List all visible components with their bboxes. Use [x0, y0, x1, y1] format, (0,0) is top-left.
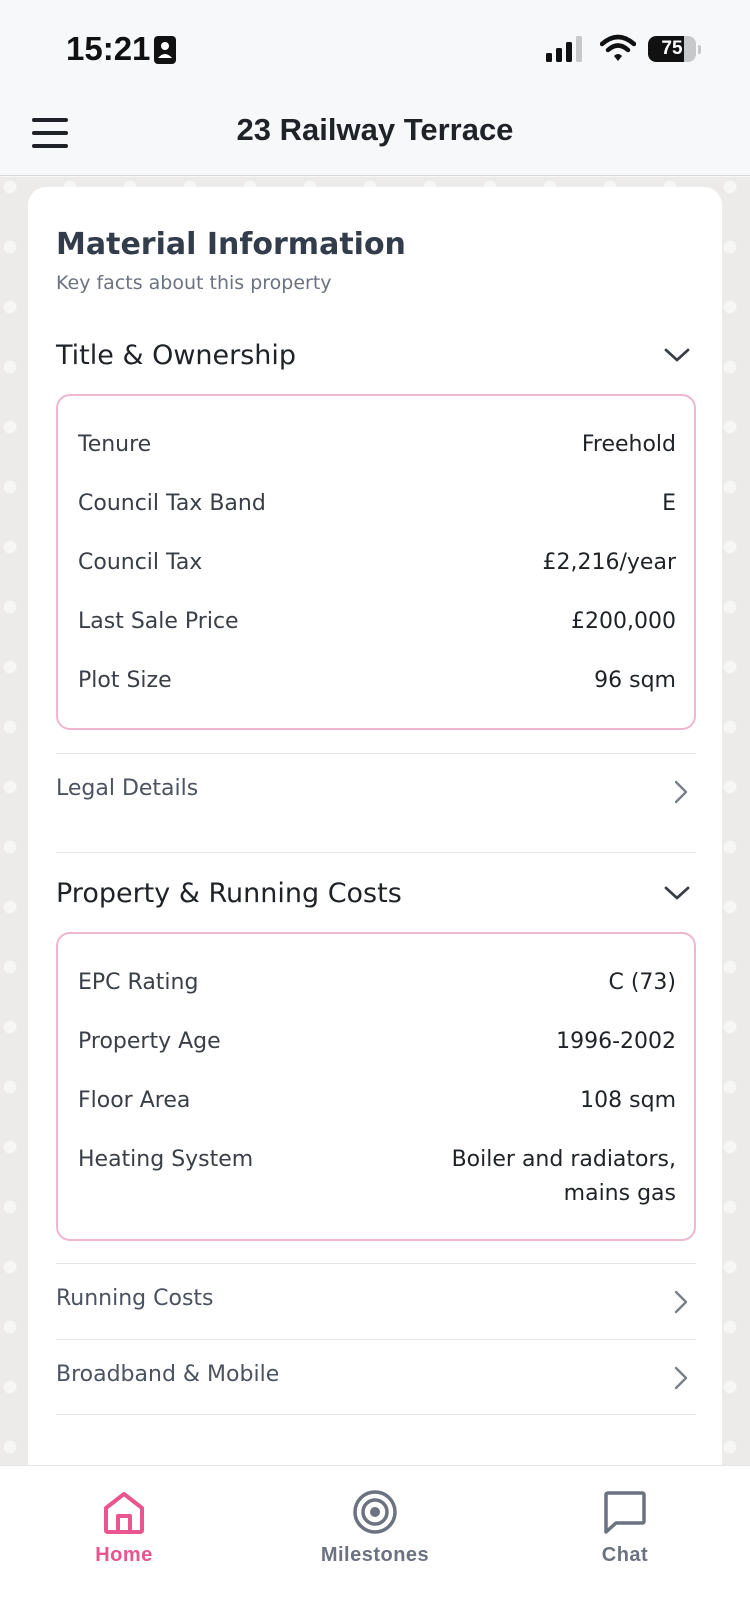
page-title: 23 Railway Terrace: [236, 112, 514, 147]
app-header: 23 Railway Terrace: [0, 100, 750, 176]
chevron-right-icon: [674, 1366, 688, 1390]
home-icon: [104, 1492, 144, 1534]
contact-card-icon: [154, 36, 176, 64]
battery-indicator: 75: [648, 36, 701, 62]
running-costs-link[interactable]: Running Costs: [56, 1263, 696, 1339]
status-time: 15:21: [66, 30, 151, 67]
property-costs-header[interactable]: Property & Running Costs: [56, 870, 696, 920]
chevron-down-icon: [664, 886, 690, 900]
info-value-line: mains gas: [563, 1181, 676, 1206]
info-value: Freehold: [581, 432, 676, 457]
chevron-right-icon: [674, 780, 688, 804]
info-value: C (73): [608, 970, 676, 995]
info-label: EPC Rating: [78, 970, 199, 995]
info-label: Council Tax: [78, 550, 203, 575]
section-subheading: Key facts about this property: [56, 272, 332, 294]
chevron-down-icon: [664, 348, 690, 362]
nav-chat[interactable]: Chat: [545, 1476, 705, 1576]
section-heading: Material Information: [56, 227, 406, 262]
material-info-card: Material Information Key facts about thi…: [28, 187, 722, 1465]
background-pattern: Material Information Key facts about thi…: [0, 177, 750, 1465]
nav-home[interactable]: Home: [44, 1476, 204, 1576]
info-value: Boiler and radiators, mains gas: [452, 1143, 676, 1211]
group-title: Property & Running Costs: [56, 878, 402, 909]
info-label: Plot Size: [78, 668, 172, 693]
link-label: Running Costs: [56, 1286, 214, 1311]
property-costs-details: EPC Rating C (73) Property Age 1996-2002…: [56, 932, 696, 1241]
info-value: £200,000: [571, 609, 676, 634]
battery-level: 75: [661, 38, 683, 59]
info-value: £2,216/year: [542, 550, 676, 575]
chevron-right-icon: [674, 1290, 688, 1314]
group-title: Title & Ownership: [56, 340, 297, 371]
nav-label: Chat: [601, 1544, 649, 1566]
bottom-navigation: Home Milestones Chat: [0, 1465, 750, 1623]
info-label: Floor Area: [78, 1088, 191, 1113]
legal-details-link[interactable]: Legal Details: [56, 753, 696, 829]
nav-label: Milestones: [320, 1544, 430, 1566]
status-bar: 15:21 75: [0, 0, 750, 100]
title-ownership-details: Tenure Freehold Council Tax Band E Counc…: [56, 394, 696, 730]
link-label: Broadband & Mobile: [56, 1362, 280, 1387]
link-label: Legal Details: [56, 776, 199, 801]
info-label: Last Sale Price: [78, 609, 239, 634]
info-value: 1996-2002: [556, 1029, 676, 1054]
info-label: Heating System: [78, 1147, 254, 1172]
broadband-mobile-link[interactable]: Broadband & Mobile: [56, 1339, 696, 1415]
info-value: 96 sqm: [594, 668, 676, 693]
info-label: Property Age: [78, 1029, 221, 1054]
title-ownership-header[interactable]: Title & Ownership: [56, 332, 696, 382]
nav-milestones[interactable]: Milestones: [295, 1476, 455, 1576]
divider: [56, 1414, 696, 1415]
info-value: 108 sqm: [580, 1088, 676, 1113]
chat-icon: [604, 1491, 646, 1534]
wifi-icon: [600, 34, 636, 61]
divider: [56, 852, 696, 853]
info-value: E: [662, 491, 676, 516]
nav-label: Home: [95, 1544, 153, 1566]
cellular-signal-icon: [546, 36, 582, 62]
target-icon: [353, 1490, 397, 1534]
info-value-line: Boiler and radiators,: [451, 1147, 676, 1172]
info-label: Tenure: [78, 432, 152, 457]
info-label: Council Tax Band: [78, 491, 266, 516]
